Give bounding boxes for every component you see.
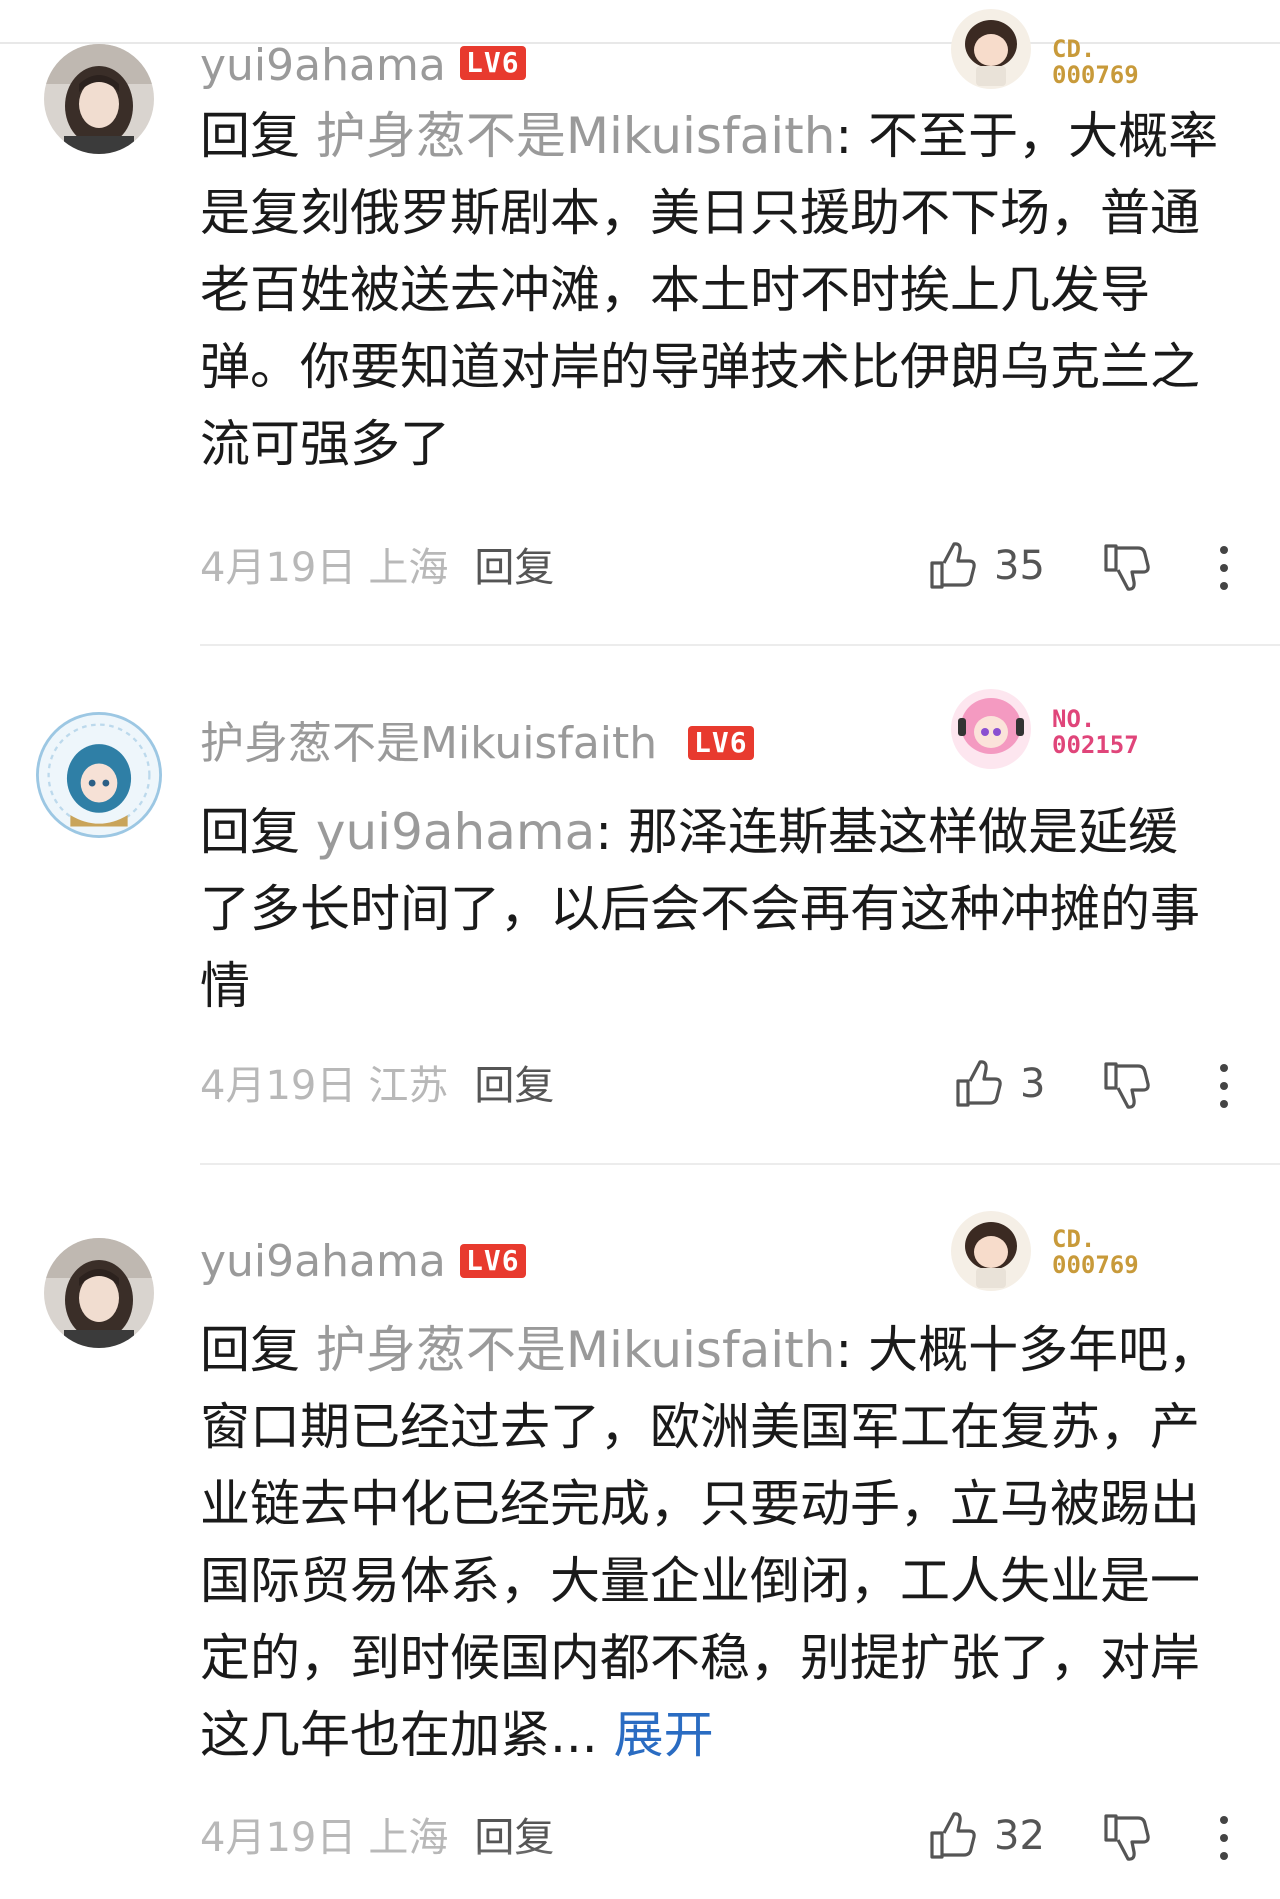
reply-button[interactable]: 回复 [474,545,554,591]
more-vertical-icon [1220,546,1228,590]
like-button[interactable]: 32 [926,1808,1045,1864]
badge-character-icon [948,686,1034,772]
more-vertical-icon [1220,1816,1228,1860]
girl-photo-avatar-icon [44,44,154,154]
user-avatar[interactable] [44,1238,154,1348]
comment-location: 上海 [368,545,449,591]
expand-link[interactable]: 展开 [614,1706,714,1764]
username[interactable]: 护身葱不是Mikuisfaith [200,722,657,766]
thumbs-down-icon [1104,1814,1150,1861]
fan-badge[interactable]: CD. 000769 [948,1208,1198,1308]
comment-divider [200,1163,1280,1165]
comment-text: 回复 护身葱不是Mikuisfaith: 大概十多年吧，窗口期已经过去了，欧洲美… [200,1312,1220,1774]
comment-date: 4月19日 [200,1815,357,1861]
more-options-button[interactable] [1212,1058,1236,1114]
bottom-fade-overlay [450,1846,770,1899]
fan-badge[interactable]: NO. 002157 [948,686,1198,786]
dislike-button[interactable] [1100,540,1154,594]
thumbs-down-icon [1104,1062,1150,1109]
comment-text: 回复 yui9ahama: 那泽连斯基这样做是延缓了多长时间了，以后会不会再有这… [200,794,1220,1025]
more-options-button[interactable] [1212,540,1236,596]
reply-prefix: 回复 [200,107,300,165]
comment-date: 4月19日 [200,1063,357,1109]
badge-character-icon [948,6,1034,92]
thumbs-up-icon [930,1812,976,1859]
reply-button[interactable]: 回复 [474,1063,554,1109]
username[interactable]: yui9ahama [200,1240,446,1284]
user-avatar[interactable] [44,44,154,154]
level-badge: LV6 [460,46,526,80]
comment-text: 回复 护身葱不是Mikuisfaith: 不至于，大概率是复刻俄罗斯剧本，美日只… [200,98,1220,483]
badge-number: CD. 000769 [1052,1225,1139,1279]
badge-number: NO. 002157 [1052,705,1139,759]
like-count: 35 [994,543,1045,589]
like-button[interactable]: 35 [926,538,1045,594]
more-options-button[interactable] [1212,1810,1236,1866]
like-count: 32 [994,1813,1045,1859]
anime-character-avatar-icon [36,712,162,838]
dislike-button[interactable] [1100,1810,1154,1864]
fan-badge[interactable]: CD. 000769 [948,6,1198,106]
comment-location: 上海 [368,1815,449,1861]
badge-character-icon [948,1208,1034,1294]
thumbs-down-icon [1104,544,1150,591]
comment-meta: 4月19日 上海 回复 [200,548,554,588]
comment-date: 4月19日 [200,545,357,591]
like-button[interactable]: 3 [952,1056,1045,1112]
level-badge: LV6 [460,1244,526,1278]
comment-meta: 4月19日 江苏 回复 [200,1066,554,1106]
reply-target-username[interactable]: 护身葱不是Mikuisfaith [316,1321,836,1379]
level-badge: LV6 [688,726,754,760]
comment-location: 江苏 [368,1063,449,1109]
more-vertical-icon [1220,1064,1228,1108]
reply-target-username[interactable]: 护身葱不是Mikuisfaith [316,107,836,165]
girl-photo-avatar-icon [44,1238,154,1348]
username[interactable]: yui9ahama [200,44,446,88]
user-avatar[interactable] [36,712,162,838]
reply-prefix: 回复 [200,1321,300,1379]
reply-prefix: 回复 [200,803,300,861]
reply-target-username[interactable]: yui9ahama [316,803,595,861]
thumbs-up-icon [930,542,976,589]
comment-content: : 大概十多年吧，窗口期已经过去了，欧洲美国军工在复苏，产业链去中化已经完成，只… [200,1321,1219,1764]
comment-divider [200,644,1280,646]
dislike-button[interactable] [1100,1058,1154,1112]
thumbs-up-icon [956,1060,1002,1107]
like-count: 3 [1020,1061,1046,1107]
badge-number: CD. 000769 [1052,35,1139,89]
